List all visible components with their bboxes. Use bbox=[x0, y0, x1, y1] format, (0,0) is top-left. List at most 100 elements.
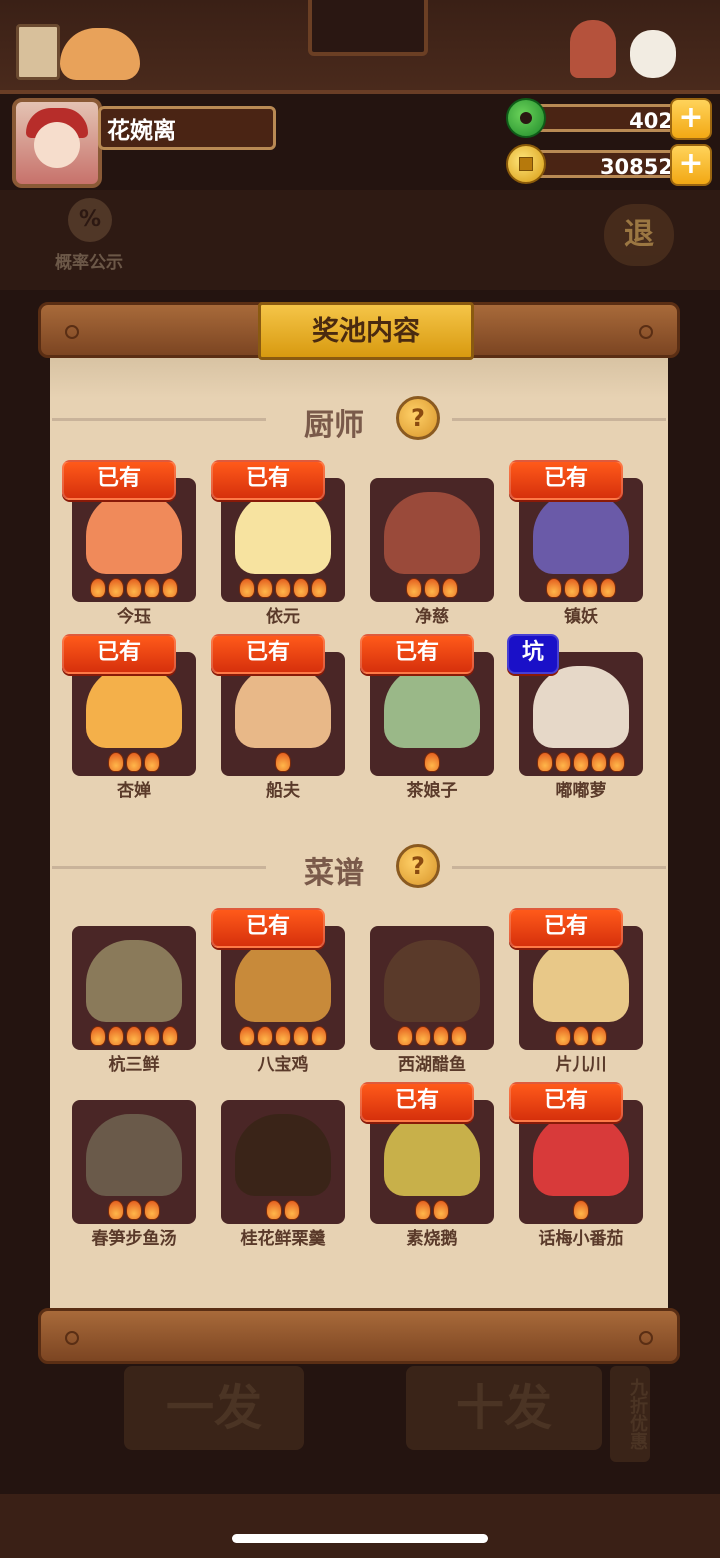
home-indicator[interactable] bbox=[232, 1534, 488, 1543]
draw-buttons-shade: 一发 十发 九折优惠 bbox=[0, 1366, 720, 1490]
flame-icon bbox=[591, 1026, 607, 1046]
owned-badge: 已有 bbox=[211, 634, 325, 674]
chef-tile bbox=[370, 478, 494, 602]
recipe-card[interactable]: 西湖醋鱼 bbox=[370, 926, 494, 1076]
chef-card[interactable]: 净慈 bbox=[370, 478, 494, 628]
recipe-card[interactable]: 话梅小番茄 已有 bbox=[509, 1082, 643, 1250]
exit-button[interactable]: 退 bbox=[604, 204, 674, 266]
recipe-artwork bbox=[533, 940, 629, 1022]
single-draw-button[interactable]: 一发 bbox=[124, 1366, 304, 1450]
flame-icon bbox=[415, 1200, 431, 1220]
recipe-name: 桂花鲜栗羹 bbox=[240, 1229, 326, 1249]
rarity-stars bbox=[370, 752, 494, 772]
recipe-card[interactable]: 素烧鹅 已有 bbox=[360, 1082, 494, 1250]
flame-icon bbox=[275, 1026, 291, 1046]
flame-icon bbox=[108, 578, 124, 598]
add-coins-button[interactable]: + bbox=[670, 144, 712, 186]
coin-amount: 30852 bbox=[528, 150, 688, 179]
rarity-stars bbox=[370, 1026, 494, 1046]
flame-icon bbox=[126, 578, 142, 598]
flame-icon bbox=[564, 578, 580, 598]
chef-artwork bbox=[86, 666, 182, 748]
owned-badge: 已有 bbox=[211, 460, 325, 500]
nail-decor bbox=[65, 325, 79, 339]
rarity-stars bbox=[519, 1200, 643, 1220]
chef-artwork bbox=[533, 492, 629, 574]
dialog-title: 奖池内容 bbox=[258, 302, 474, 360]
recipes-section-header: 菜谱 ? bbox=[50, 844, 668, 894]
owned-badge: 已有 bbox=[509, 460, 623, 500]
recipe-artwork bbox=[235, 940, 331, 1022]
chef-card[interactable]: 依元 已有 bbox=[211, 460, 345, 628]
rarity-stars bbox=[221, 578, 345, 598]
cat-decor bbox=[60, 28, 140, 80]
chef-card[interactable]: 船夫 已有 bbox=[211, 634, 345, 802]
divider-line bbox=[452, 418, 666, 421]
nail-decor bbox=[639, 325, 653, 339]
owned-badge: 已有 bbox=[360, 634, 474, 674]
rarity-stars bbox=[370, 1200, 494, 1220]
recipe-tile bbox=[370, 926, 494, 1050]
probability-button[interactable]: % 概率公示 bbox=[44, 198, 134, 278]
chef-name: 镇妖 bbox=[564, 607, 598, 627]
player-avatar[interactable] bbox=[12, 98, 102, 188]
recipe-artwork bbox=[235, 1114, 331, 1196]
chef-name: 净慈 bbox=[415, 607, 449, 627]
rarity-stars bbox=[370, 578, 494, 598]
flame-icon bbox=[573, 752, 589, 772]
recipes-section-title: 菜谱 bbox=[304, 856, 364, 891]
recipe-card[interactable]: 杭三鲜 bbox=[72, 926, 196, 1076]
recipe-name: 西湖醋鱼 bbox=[398, 1055, 466, 1075]
rarity-stars bbox=[519, 752, 643, 772]
divider-line bbox=[452, 866, 666, 869]
chefs-help-icon[interactable]: ? bbox=[396, 396, 440, 440]
flame-icon bbox=[108, 752, 124, 772]
flame-icon bbox=[108, 1200, 124, 1220]
flame-icon bbox=[144, 752, 160, 772]
probability-label: 概率公示 bbox=[55, 253, 123, 273]
chef-name: 杏婵 bbox=[117, 781, 151, 801]
recipe-artwork bbox=[384, 940, 480, 1022]
flame-icon bbox=[144, 578, 160, 598]
chef-artwork bbox=[533, 666, 629, 748]
chef-card[interactable]: 镇妖 已有 bbox=[509, 460, 643, 628]
flame-icon bbox=[266, 1200, 282, 1220]
chef-name: 茶娘子 bbox=[406, 781, 458, 801]
recipes-help-icon[interactable]: ? bbox=[396, 844, 440, 888]
chef-card[interactable]: 茶娘子 已有 bbox=[360, 634, 494, 802]
flame-icon bbox=[90, 1026, 106, 1046]
recipe-card[interactable]: 桂花鲜栗羹 bbox=[221, 1100, 345, 1250]
add-jade-button[interactable]: + bbox=[670, 98, 712, 140]
recipe-artwork bbox=[86, 940, 182, 1022]
recipe-artwork bbox=[86, 1114, 182, 1196]
recipe-card[interactable]: 片儿川 已有 bbox=[509, 908, 643, 1076]
flame-icon bbox=[424, 752, 440, 772]
chef-name: 今珏 bbox=[117, 607, 151, 627]
flame-icon bbox=[582, 578, 598, 598]
flame-icon bbox=[108, 1026, 124, 1046]
chef-card[interactable]: 杏婵 已有 bbox=[62, 634, 196, 802]
chef-card[interactable]: 今珏 已有 bbox=[62, 460, 196, 628]
owned-badge: 已有 bbox=[62, 460, 176, 500]
chef-artwork bbox=[384, 666, 480, 748]
bottom-bar bbox=[0, 1494, 720, 1558]
flame-icon bbox=[442, 578, 458, 598]
ten-draw-button[interactable]: 十发 bbox=[406, 1366, 602, 1450]
flame-icon bbox=[311, 578, 327, 598]
flame-icon bbox=[293, 578, 309, 598]
top-decor-bar bbox=[0, 0, 720, 94]
owned-badge: 已有 bbox=[360, 1082, 474, 1122]
coin-currency: 30852 + bbox=[506, 144, 712, 186]
chefs-section-header: 厨师 ? bbox=[50, 396, 668, 446]
recipe-name: 话梅小番茄 bbox=[538, 1229, 624, 1249]
flame-icon bbox=[162, 1026, 178, 1046]
pit-badge: 坑 bbox=[507, 634, 559, 674]
percent-icon: % bbox=[68, 198, 112, 242]
recipe-card[interactable]: 八宝鸡 已有 bbox=[211, 908, 345, 1076]
owned-badge: 已有 bbox=[211, 908, 325, 948]
nail-decor bbox=[639, 1331, 653, 1345]
flame-icon bbox=[546, 578, 562, 598]
chef-card[interactable]: 嘟嘟萝 坑 bbox=[507, 634, 643, 802]
chef-artwork bbox=[235, 666, 331, 748]
recipe-card[interactable]: 春笋步鱼汤 bbox=[72, 1100, 196, 1250]
